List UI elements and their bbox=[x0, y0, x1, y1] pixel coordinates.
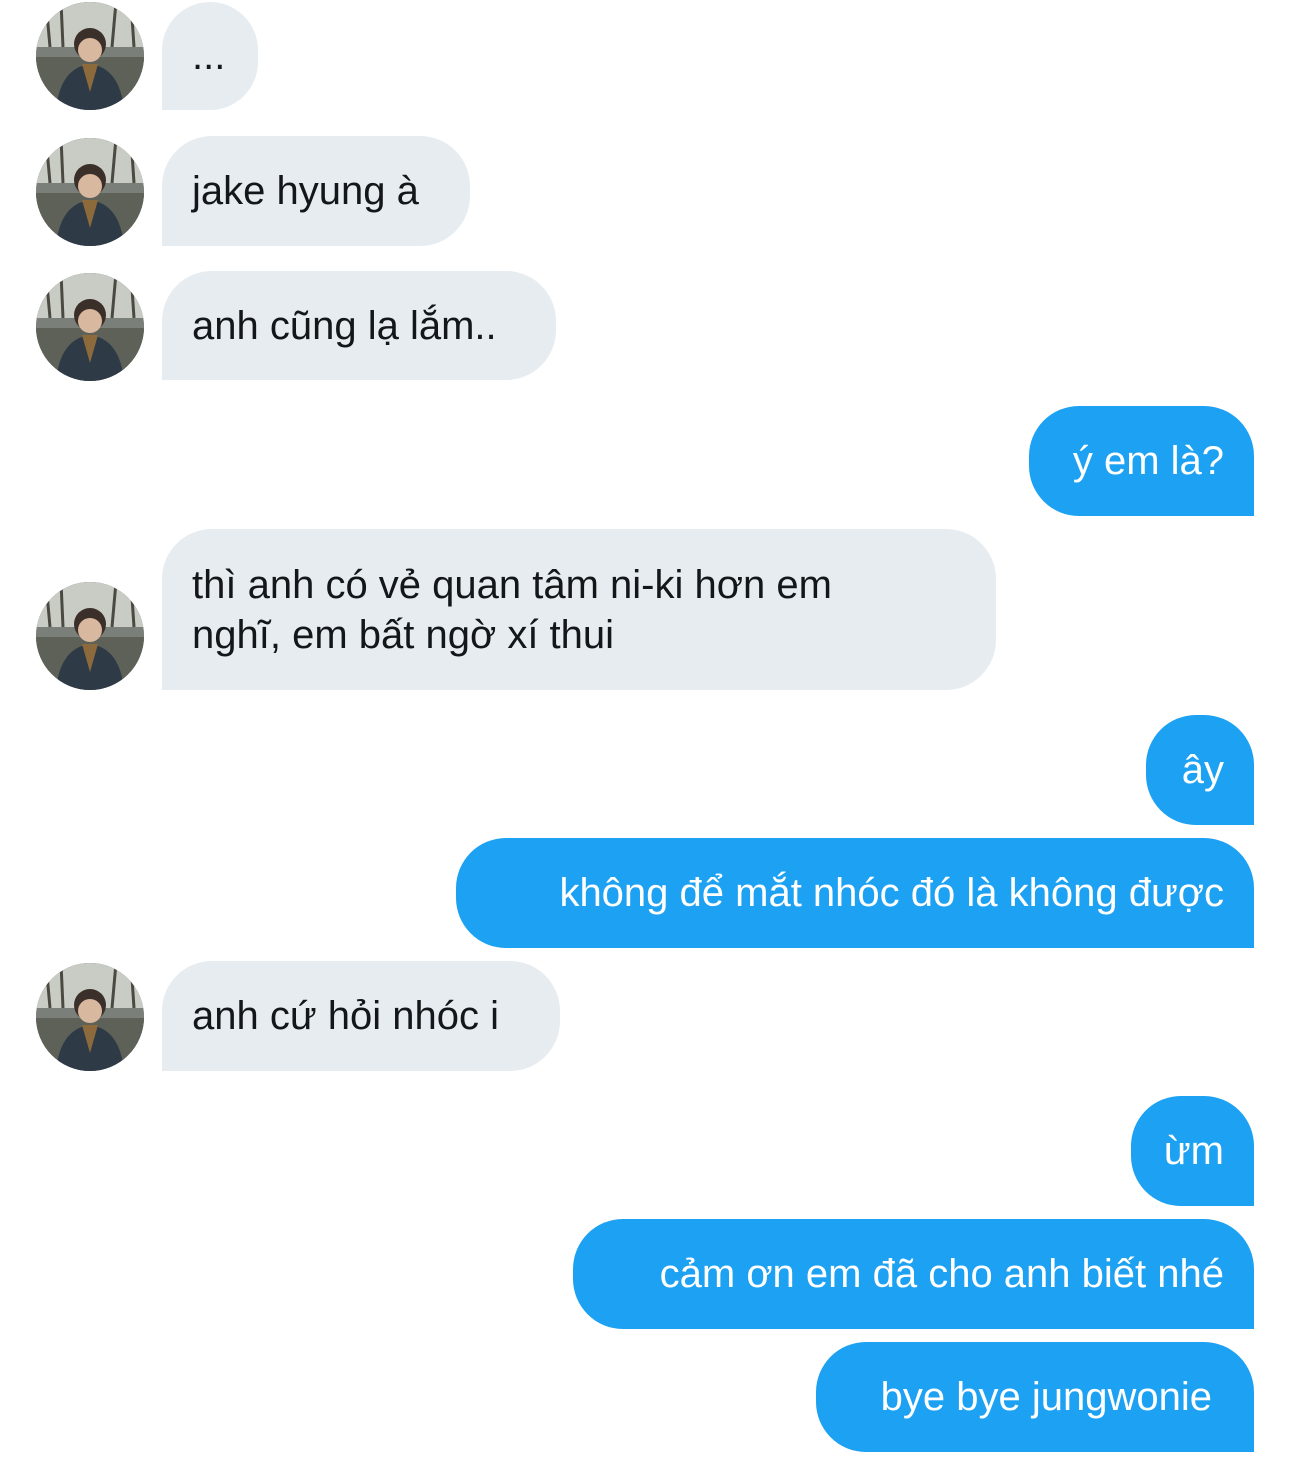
incoming-message-bubble[interactable]: jake hyung à bbox=[162, 136, 470, 246]
incoming-message-bubble[interactable]: thì anh có vẻ quan tâm ni-ki hơn em nghĩ… bbox=[162, 529, 996, 690]
incoming-message-bubble[interactable]: anh cũng lạ lắm.. bbox=[162, 271, 556, 380]
outgoing-message-bubble[interactable]: ừm bbox=[1131, 1096, 1254, 1206]
incoming-message-bubble[interactable]: ... bbox=[162, 2, 258, 110]
avatar-photo-icon bbox=[36, 582, 144, 690]
outgoing-message-bubble[interactable]: ý em là? bbox=[1029, 406, 1254, 516]
avatar-photo-icon bbox=[36, 2, 144, 110]
avatar[interactable] bbox=[36, 273, 144, 381]
avatar-photo-icon bbox=[36, 138, 144, 246]
avatar[interactable] bbox=[36, 582, 144, 690]
outgoing-message-bubble[interactable]: cảm ơn em đã cho anh biết nhé bbox=[573, 1219, 1254, 1329]
incoming-message-bubble[interactable]: anh cứ hỏi nhóc i bbox=[162, 961, 560, 1071]
avatar[interactable] bbox=[36, 2, 144, 110]
avatar[interactable] bbox=[36, 963, 144, 1071]
conversation-thread: ... jake hyung à anh cũng lạ lắm.. ý em … bbox=[0, 0, 1290, 1467]
avatar-photo-icon bbox=[36, 273, 144, 381]
outgoing-message-bubble[interactable]: không để mắt nhóc đó là không được bbox=[456, 838, 1254, 948]
avatar-photo-icon bbox=[36, 963, 144, 1071]
outgoing-message-bubble[interactable]: ây bbox=[1146, 715, 1254, 825]
avatar[interactable] bbox=[36, 138, 144, 246]
outgoing-message-bubble[interactable]: bye bye jungwonie bbox=[816, 1342, 1254, 1452]
